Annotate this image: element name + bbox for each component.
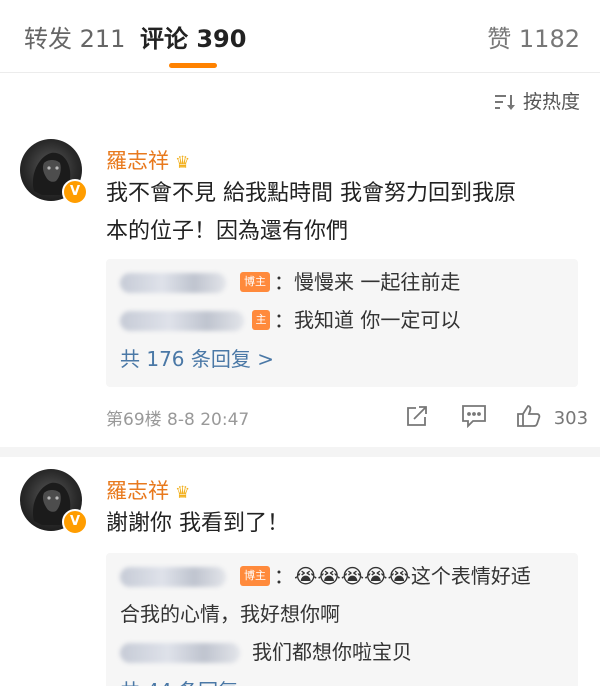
host-tag: 博主 — [240, 272, 270, 292]
like-count: 303 — [553, 408, 589, 429]
author-name: 羅志祥 — [106, 149, 169, 173]
reply-text: 我们都想你啦宝贝 — [252, 640, 412, 664]
reply-text: ：我知道 你一定可以 — [274, 308, 461, 332]
comment-text-line: 我不會不見 給我點時間 我會努力回到我原 — [106, 181, 516, 206]
host-tag: 博主 — [240, 566, 270, 586]
blurred-username — [120, 567, 226, 587]
sort-row: 按热度 — [0, 73, 600, 127]
comment-text-line: 謝謝你 我看到了！ — [106, 511, 289, 536]
like-button[interactable]: 303 — [516, 404, 588, 429]
comment-text-line: 本的位子！因為還有你們 — [106, 219, 349, 244]
comment-text: 謝謝你 我看到了！ — [106, 505, 576, 543]
comment-author[interactable]: 羅志祥 ♛ — [106, 145, 190, 175]
share-icon[interactable] — [405, 404, 429, 428]
comments-page: 转发 211 评论 390 赞 1182 按热度 V 羅志祥 ♛ 我不會不見 給… — [0, 0, 600, 686]
sort-icon — [494, 91, 515, 113]
comment-meta: 第69楼 8-8 20:47 — [106, 410, 250, 430]
more-replies-link[interactable]: 共 44 条回复 — [106, 671, 578, 686]
blurred-username — [120, 643, 240, 663]
reply-text: ：😭😭😭😭😭这个表情好适 — [274, 564, 531, 588]
tab-likes[interactable]: 赞 1182 — [487, 24, 580, 54]
reply-text: ：慢慢来 一起往前走 — [274, 270, 461, 294]
tab-reposts[interactable]: 转发 211 — [24, 24, 125, 54]
reply-item[interactable]: 主 ：我知道 你一定可以 — [106, 301, 578, 339]
reply-box: 博主 ：😭😭😭😭😭这个表情好适 合我的心情，我好想你啊 我们都想你啦宝贝 共 4… — [106, 553, 578, 686]
verified-badge-icon: V — [62, 509, 88, 535]
reply-box: 博主 ：慢慢来 一起往前走 主 ：我知道 你一定可以 共 176 条回复 > — [106, 259, 578, 387]
thumbs-up-icon — [516, 404, 542, 428]
author-name: 羅志祥 — [106, 479, 169, 503]
comment-author[interactable]: 羅志祥 ♛ — [106, 475, 190, 505]
blurred-username — [120, 273, 226, 293]
sort-label: 按热度 — [522, 91, 580, 113]
comment-text: 我不會不見 給我點時間 我會努力回到我原 本的位子！因為還有你們 — [106, 175, 576, 251]
reply-item[interactable]: 博主 ：慢慢来 一起往前走 — [106, 263, 578, 301]
reply-item[interactable]: 我们都想你啦宝贝 — [106, 633, 578, 671]
crown-icon: ♛ — [175, 483, 191, 503]
comment-item: V 羅志祥 ♛ 謝謝你 我看到了！ 博主 ：😭😭😭😭😭这个表情好适 合我的心情，我… — [0, 457, 600, 686]
sort-by-hot-button[interactable]: 按热度 — [494, 87, 580, 114]
reply-text: 合我的心情，我好想你啊 — [120, 602, 340, 626]
blurred-username — [120, 311, 244, 331]
more-replies-link[interactable]: 共 176 条回复 > — [106, 339, 578, 379]
host-tag: 主 — [252, 310, 270, 330]
active-tab-indicator — [169, 63, 217, 68]
reply-comment-icon[interactable] — [461, 404, 487, 428]
tab-bar: 转发 211 评论 390 赞 1182 — [0, 0, 600, 73]
crown-icon: ♛ — [175, 153, 191, 173]
comment-item: V 羅志祥 ♛ 我不會不見 給我點時間 我會努力回到我原 本的位子！因為還有你們 … — [0, 127, 600, 447]
reply-item[interactable]: 博主 ：😭😭😭😭😭这个表情好适 合我的心情，我好想你啊 — [106, 557, 578, 633]
tab-comments[interactable]: 评论 390 — [140, 24, 246, 54]
verified-badge-icon: V — [62, 179, 88, 205]
divider — [0, 447, 600, 457]
